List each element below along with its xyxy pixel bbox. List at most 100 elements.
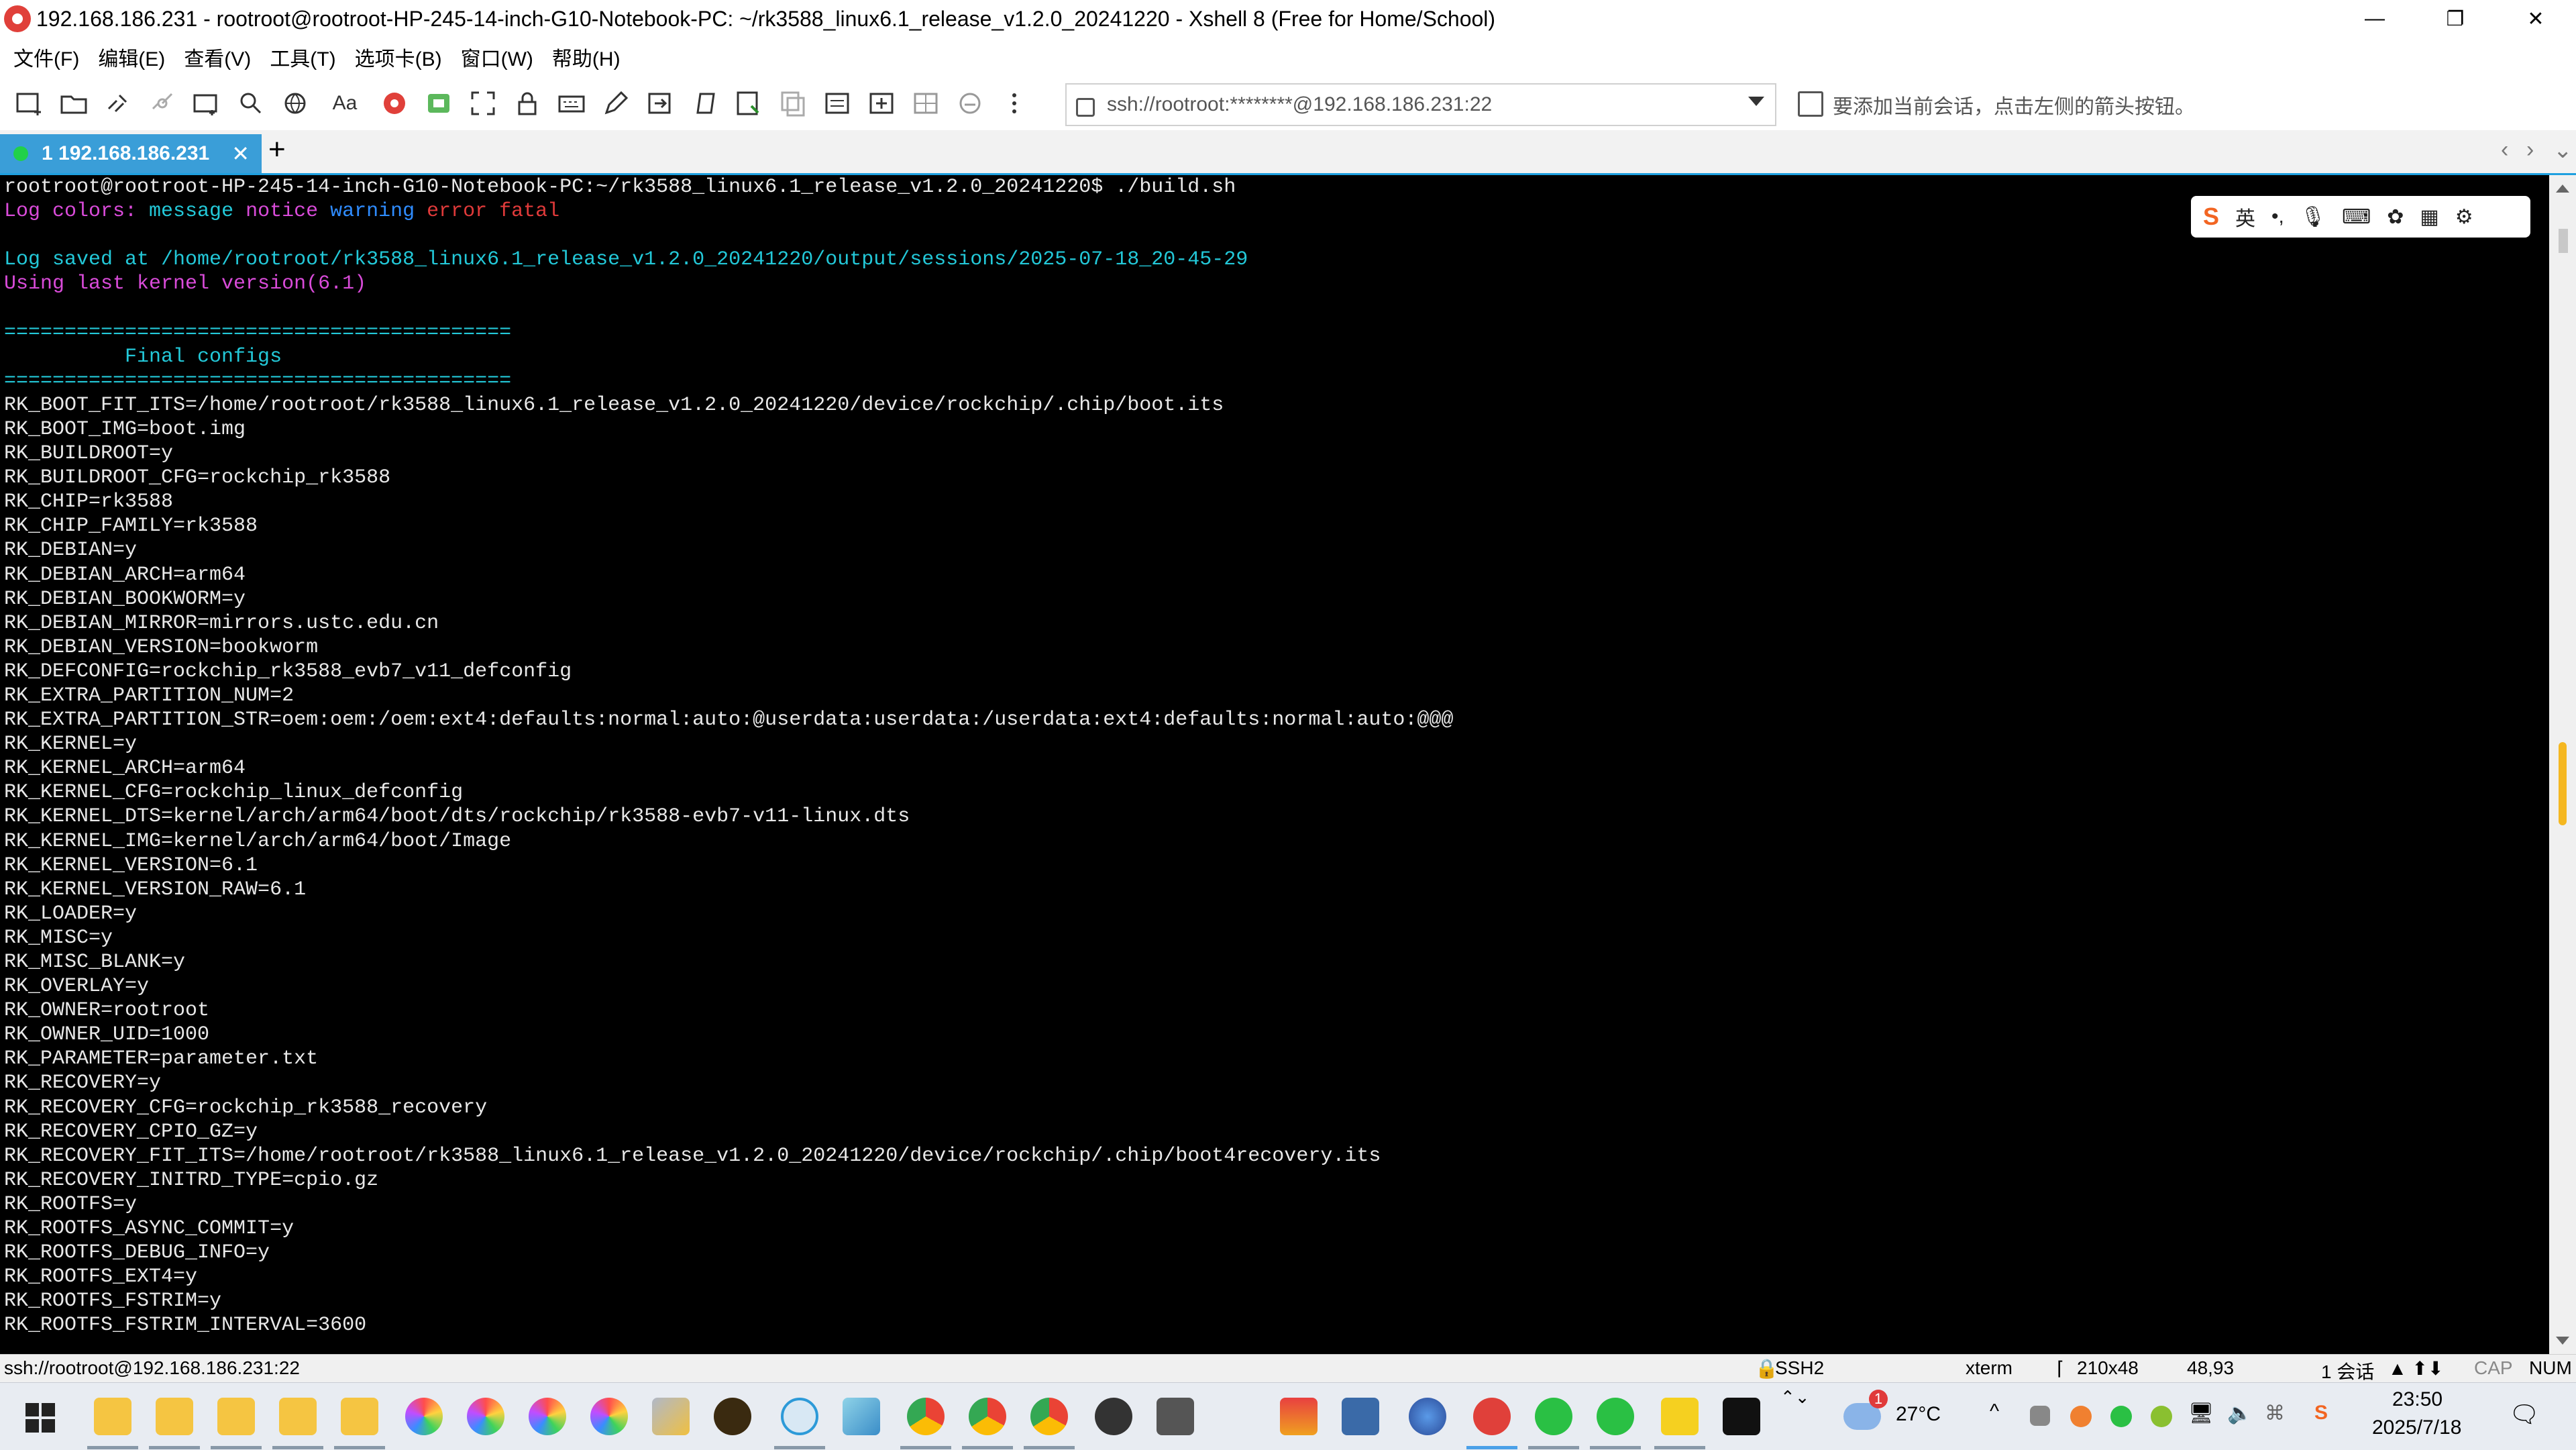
file-explorer-icon[interactable] (279, 1398, 317, 1435)
ime-skin-icon[interactable]: ✿ (2387, 205, 2404, 229)
terminal-text-segment: RK_LOADER=y (4, 902, 138, 925)
menu-tools[interactable]: 工具(T) (270, 42, 335, 72)
network-app-icon[interactable] (1409, 1398, 1446, 1435)
address-bar[interactable]: ssh://rootroot:********@192.168.186.231:… (1065, 83, 1776, 126)
layout-icon[interactable] (911, 89, 941, 118)
reconnect-icon[interactable] (103, 89, 133, 118)
new-tab-icon[interactable] (867, 89, 896, 118)
font-icon[interactable]: Aa (325, 89, 365, 118)
tray-app-icon[interactable] (2151, 1406, 2172, 1427)
network-icon[interactable]: 🖥 (2188, 1402, 2214, 1425)
log-icon[interactable] (734, 89, 763, 118)
file-explorer-icon[interactable] (94, 1398, 131, 1435)
chrome-browser-icon[interactable] (969, 1398, 1006, 1435)
se-app-icon[interactable] (1157, 1398, 1194, 1435)
chrome-browser-icon[interactable] (907, 1398, 945, 1435)
open-folder-icon[interactable] (59, 89, 89, 118)
add-session-icon[interactable] (1798, 91, 1823, 117)
terminal-text-segment: RK_CHIP_FAMILY=rk3588 (4, 515, 258, 538)
windows-start-icon[interactable] (25, 1403, 55, 1433)
ime-keyboard-icon[interactable]: ⌨ (2342, 205, 2371, 229)
tab-menu-icon[interactable]: ⌄ (2553, 137, 2573, 164)
menu-tabs[interactable]: 选项卡(B) (355, 42, 442, 72)
compose-icon[interactable] (601, 89, 631, 118)
ue-app-icon[interactable] (714, 1398, 751, 1435)
scroll-down-icon[interactable] (2556, 1337, 2569, 1345)
ime-microphone-icon[interactable]: 🎙 (2300, 205, 2326, 229)
xshell-red-icon[interactable] (380, 89, 409, 118)
menu-view[interactable]: 查看(V) (184, 42, 251, 72)
status-sessions[interactable]: 1 会话 (2321, 1357, 2374, 1384)
tab-prev-icon[interactable]: ‹ (2501, 137, 2508, 163)
ime-punctuation-icon[interactable]: •, (2271, 205, 2284, 228)
tray-chevron-icon[interactable]: ^ (1990, 1400, 1999, 1423)
tools-app-icon[interactable] (652, 1398, 690, 1435)
tab-session-1[interactable]: 1 192.168.186.231 ✕ (0, 134, 262, 173)
script-icon[interactable] (690, 89, 719, 118)
tray-app-icon[interactable] (2070, 1406, 2092, 1427)
tray-overflow-icon[interactable]: ⌃⌄ (1780, 1387, 1810, 1408)
tray-app-icon[interactable] (2030, 1406, 2050, 1426)
terminal-output[interactable]: rootroot@rootroot-HP-245-14-inch-G10-Not… (0, 175, 2549, 1354)
lock-icon[interactable] (513, 89, 542, 118)
close-button[interactable]: ✕ (2496, 0, 2576, 38)
ime-tray-icon[interactable]: ⌘ (2265, 1402, 2285, 1425)
colorful-app-icon[interactable] (405, 1398, 443, 1435)
scroll-up-icon[interactable] (2556, 185, 2569, 193)
maximize-button[interactable]: ❐ (2415, 0, 2496, 38)
menu-window[interactable]: 窗口(W) (461, 42, 533, 72)
keyboard-icon[interactable] (557, 89, 586, 118)
capcut-icon[interactable] (1723, 1398, 1760, 1435)
ime-tools-icon[interactable]: ⚙ (2455, 205, 2473, 229)
wechat-icon[interactable] (1535, 1398, 1572, 1435)
find-icon[interactable] (236, 89, 266, 118)
minimize-button[interactable]: — (2334, 0, 2415, 38)
tray-wechat-icon[interactable] (2110, 1406, 2132, 1427)
copy-icon[interactable] (778, 89, 808, 118)
monitor-app-icon[interactable] (1661, 1398, 1699, 1435)
new-session-icon[interactable] (15, 89, 44, 118)
remote-app-icon[interactable] (1342, 1398, 1379, 1435)
add-tab-button[interactable]: + (268, 133, 286, 166)
more-options-icon[interactable] (1000, 89, 1029, 118)
close-tab-icon[interactable]: ✕ (231, 141, 250, 166)
colorful-app-icon[interactable] (467, 1398, 504, 1435)
wechat-icon[interactable] (1597, 1398, 1634, 1435)
volume-icon[interactable]: 🔈 (2227, 1402, 2252, 1425)
menu-edit[interactable]: 编辑(E) (98, 42, 165, 72)
edge-browser-icon[interactable] (781, 1398, 818, 1435)
ime-language-toggle[interactable]: 英 (2235, 202, 2255, 231)
weather-temp[interactable]: 27°C (1896, 1403, 1941, 1426)
tab-next-icon[interactable]: › (2526, 137, 2534, 163)
clock-date[interactable]: 2025/7/18 (2372, 1416, 2461, 1439)
new-window-icon[interactable] (192, 89, 221, 118)
sogou-tray-icon[interactable]: S (2314, 1402, 2328, 1425)
xftp-green-icon[interactable] (424, 89, 453, 118)
xshell-taskbar-icon[interactable] (1473, 1398, 1511, 1435)
file-explorer-icon[interactable] (156, 1398, 193, 1435)
menu-file[interactable]: 文件(F) (13, 42, 79, 72)
scroll-thumb[interactable] (2559, 229, 2568, 253)
notes-app-icon[interactable] (843, 1398, 880, 1435)
audio-app-icon[interactable] (1218, 1398, 1256, 1435)
disconnect-icon[interactable] (148, 89, 177, 118)
fullscreen-icon[interactable] (468, 89, 498, 118)
sogou-logo-icon[interactable]: S (2203, 203, 2219, 231)
disc-app-icon[interactable] (1095, 1398, 1132, 1435)
file-explorer-icon[interactable] (217, 1398, 255, 1435)
office-app-icon[interactable] (1280, 1398, 1318, 1435)
transfer-icon[interactable] (645, 89, 675, 118)
colorful-app-icon[interactable] (590, 1398, 628, 1435)
ime-grid-icon[interactable]: ▦ (2420, 205, 2438, 229)
chevron-down-icon[interactable] (1748, 97, 1764, 106)
paste-icon[interactable] (822, 89, 852, 118)
chat-icon[interactable] (955, 89, 985, 118)
chrome-browser-icon[interactable] (1030, 1398, 1068, 1435)
colorful-app-icon[interactable] (529, 1398, 566, 1435)
status-arrows-icon[interactable]: ▲ ⬆⬇ (2388, 1357, 2443, 1380)
notifications-icon[interactable]: 🗨 (2509, 1400, 2540, 1429)
globe-icon[interactable] (280, 89, 310, 118)
menu-help[interactable]: 帮助(H) (552, 42, 621, 72)
file-explorer-icon[interactable] (341, 1398, 378, 1435)
clock-time[interactable]: 23:50 (2392, 1388, 2443, 1411)
